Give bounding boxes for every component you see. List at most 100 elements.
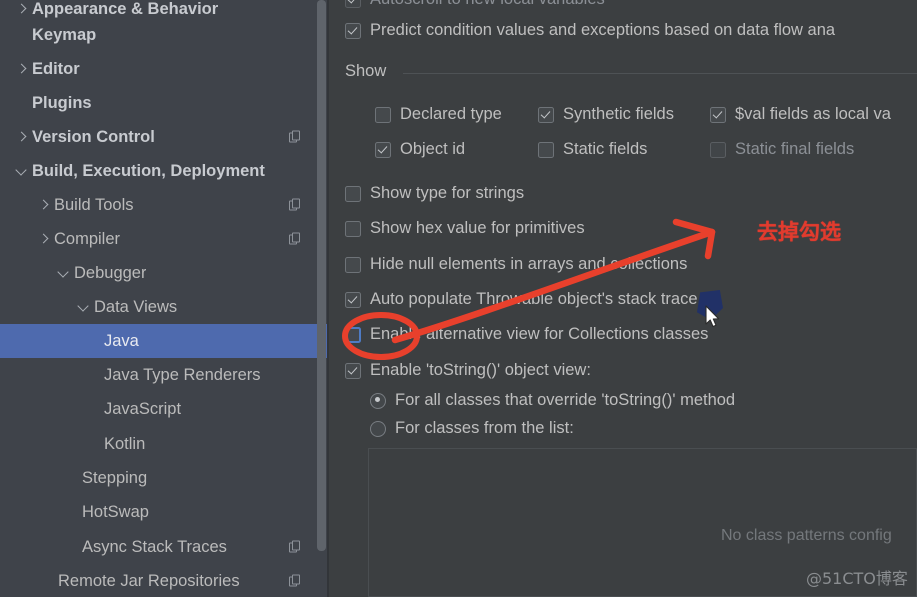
option-label: Predict condition values and exceptions … — [370, 21, 836, 39]
radio-classes-from-list[interactable]: For classes from the list: — [370, 419, 574, 438]
sidebar-item-label: Compiler — [54, 229, 121, 248]
radio-button[interactable] — [370, 420, 386, 437]
checkbox[interactable] — [345, 326, 361, 343]
checkbox[interactable] — [345, 362, 361, 379]
chevron-down-icon[interactable] — [14, 163, 30, 179]
option-autoscroll-new-local-variables[interactable]: Autoscroll to new local variables — [345, 0, 605, 9]
radio-label: For classes from the list: — [395, 419, 574, 437]
show-group-title: Show — [345, 62, 387, 80]
chevron-right-icon[interactable] — [36, 231, 52, 247]
sidebar-item-label: Remote Jar Repositories — [58, 571, 240, 590]
checkbox[interactable] — [375, 106, 391, 123]
show-group: Show — [345, 62, 917, 84]
sidebar-item-keymap[interactable]: Keymap — [0, 18, 328, 52]
chevron-right-icon[interactable] — [14, 1, 30, 17]
option-show-type-for-strings[interactable]: Show type for strings — [345, 184, 524, 203]
option-label: $val fields as local va — [735, 105, 891, 123]
settings-sidebar[interactable]: Appearance & Behavior Keymap Editor Plug… — [0, 0, 328, 597]
option-enable-tostring-object-view[interactable]: Enable 'toString()' object view: — [345, 361, 591, 380]
sidebar-item-kotlin[interactable]: Kotlin — [0, 427, 328, 461]
sidebar-item-javascript[interactable]: JavaScript — [0, 392, 328, 426]
checkbox[interactable] — [345, 220, 361, 237]
option-static-final-fields[interactable]: Static final fields — [710, 140, 854, 159]
option-label: Object id — [400, 140, 466, 158]
option-label: Show hex value for primitives — [370, 219, 585, 237]
chevron-down-icon[interactable] — [76, 299, 92, 315]
option-label: Auto populate Throwable object's stack t… — [370, 290, 698, 308]
group-separator-line — [403, 73, 917, 74]
sidebar-item-java-type-renderers[interactable]: Java Type Renderers — [0, 358, 328, 392]
option-label: Synthetic fields — [563, 105, 674, 123]
sidebar-item-label: Stepping — [82, 468, 148, 487]
chevron-down-icon[interactable] — [56, 265, 72, 281]
sidebar-item-debugger[interactable]: Debugger — [0, 256, 328, 290]
option-auto-populate-throwable[interactable]: Auto populate Throwable object's stack t… — [345, 290, 698, 309]
sidebar-item-java[interactable]: Java — [0, 324, 328, 358]
copy-icon[interactable] — [289, 198, 302, 212]
copy-icon[interactable] — [289, 130, 302, 144]
copy-icon[interactable] — [289, 540, 302, 554]
option-predict-condition-values[interactable]: Predict condition values and exceptions … — [345, 21, 835, 40]
java-data-views-settings-panel: Autoscroll to new local variables Predic… — [329, 0, 917, 597]
sidebar-item-label: HotSwap — [82, 502, 149, 521]
watermark: @51CTO博客 — [806, 569, 908, 588]
sidebar-item-label: Debugger — [74, 263, 147, 282]
sidebar-item-label: Async Stack Traces — [82, 537, 227, 556]
copy-icon[interactable] — [289, 232, 302, 246]
annotation-text: 去掉勾选 — [757, 220, 841, 244]
option-show-hex-value-primitives[interactable]: Show hex value for primitives — [345, 219, 585, 238]
sidebar-scrollbar-thumb[interactable] — [317, 0, 326, 551]
sidebar-item-editor[interactable]: Editor — [0, 52, 328, 86]
checkbox[interactable] — [538, 141, 554, 158]
radio-label: For all classes that override 'toString(… — [395, 391, 736, 409]
option-enable-alternative-view-collections[interactable]: Enable alternative view for Collections … — [345, 325, 708, 344]
sidebar-item-version-control[interactable]: Version Control — [0, 120, 328, 154]
option-declared-type[interactable]: Declared type — [375, 105, 502, 124]
sidebar-item-label: Editor — [32, 59, 80, 78]
sidebar-item-label: Data Views — [94, 297, 178, 316]
sidebar-item-label: Build Tools — [54, 195, 134, 214]
option-label: Enable alternative view for Collections … — [370, 325, 709, 343]
checkbox[interactable] — [710, 106, 726, 123]
copy-icon[interactable] — [289, 574, 302, 588]
sidebar-item-build-execution-deployment[interactable]: Build, Execution, Deployment — [0, 154, 328, 188]
sidebar-item-compiler[interactable]: Compiler — [0, 222, 328, 256]
sidebar-item-stepping[interactable]: Stepping — [0, 461, 328, 495]
option-label: Declared type — [400, 105, 502, 123]
sidebar-item-label: Java Type Renderers — [104, 365, 261, 384]
sidebar-item-data-views[interactable]: Data Views — [0, 290, 328, 324]
option-static-fields[interactable]: Static fields — [538, 140, 647, 159]
sidebar-item-remote-jar-repositories[interactable]: Remote Jar Repositories — [0, 564, 328, 597]
checkbox[interactable] — [345, 256, 361, 273]
checkbox[interactable] — [538, 106, 554, 123]
chevron-right-icon[interactable] — [14, 129, 30, 145]
option-object-id[interactable]: Object id — [375, 140, 465, 159]
sidebar-item-hotswap[interactable]: HotSwap — [0, 495, 328, 529]
option-val-fields-as-local[interactable]: $val fields as local va — [710, 105, 891, 124]
sidebar-item-plugins[interactable]: Plugins — [0, 86, 328, 120]
option-label: Hide null elements in arrays and collect… — [370, 255, 688, 273]
radio-all-classes-override-tostring[interactable]: For all classes that override 'toString(… — [370, 391, 735, 410]
chevron-right-icon[interactable] — [14, 61, 30, 77]
sidebar-item-async-stack-traces[interactable]: Async Stack Traces — [0, 530, 328, 564]
checkbox[interactable] — [345, 0, 361, 8]
sidebar-item-label: Java — [104, 331, 139, 350]
option-label: Autoscroll to new local variables — [370, 0, 605, 9]
checkbox[interactable] — [375, 141, 391, 158]
checkbox[interactable] — [345, 185, 361, 202]
chevron-right-icon[interactable] — [36, 197, 52, 213]
checkbox[interactable] — [345, 22, 361, 39]
option-hide-null-elements[interactable]: Hide null elements in arrays and collect… — [345, 255, 687, 274]
sidebar-item-build-tools[interactable]: Build Tools — [0, 188, 328, 222]
checkbox[interactable] — [710, 141, 726, 158]
sidebar-item-label: Build, Execution, Deployment — [32, 161, 265, 180]
sidebar-item-label: Kotlin — [104, 434, 146, 453]
option-label: Static fields — [563, 140, 648, 158]
class-patterns-empty-text: No class patterns config — [721, 527, 892, 544]
sidebar-item-label: Appearance & Behavior — [32, 0, 219, 18]
option-label: Enable 'toString()' object view: — [370, 361, 591, 379]
option-synthetic-fields[interactable]: Synthetic fields — [538, 105, 674, 124]
checkbox[interactable] — [345, 291, 361, 308]
sidebar-item-label: Version Control — [32, 127, 155, 146]
radio-button[interactable] — [370, 392, 386, 409]
